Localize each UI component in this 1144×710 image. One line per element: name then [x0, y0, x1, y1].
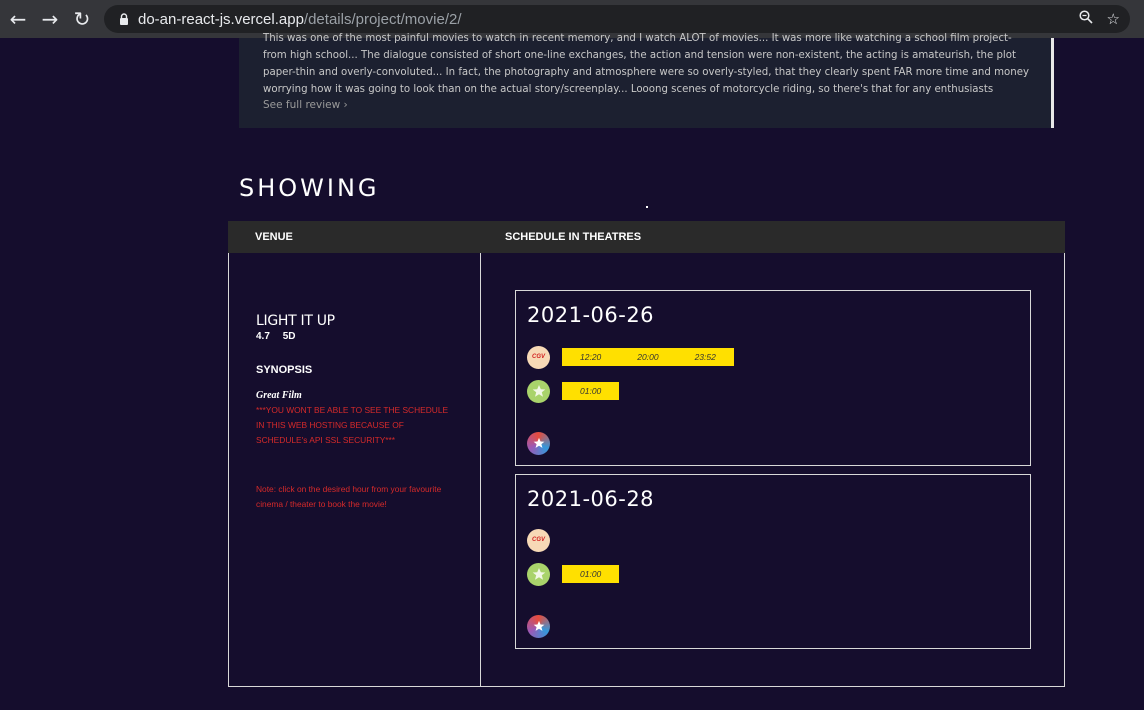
showtime-list: 01:00 [562, 565, 620, 583]
reload-icon[interactable]: ↻ [66, 0, 98, 38]
address-url: do-an-react-js.vercel.app/details/projec… [138, 11, 462, 28]
movie-rating: 4.7 [256, 331, 270, 342]
lock-icon [110, 13, 138, 25]
venue-column-header: VENUE [255, 231, 293, 243]
showtime-button[interactable]: 23:52 [677, 348, 734, 366]
see-full-review-link[interactable]: See full review › [263, 99, 1037, 111]
address-bar[interactable]: do-an-react-js.vercel.app/details/projec… [104, 5, 1130, 33]
decorative-dot [646, 206, 648, 208]
showing-table: VENUE SCHEDULE IN THEATRES LIGHT IT UP 4… [228, 221, 1065, 687]
showtime-button[interactable]: 20:00 [619, 348, 676, 366]
showtime-list: 01:00 [562, 382, 620, 400]
cgv-logo-icon[interactable]: CGV [527, 345, 550, 369]
movie-meta: 4.7 5D [256, 331, 456, 342]
synopsis-label: SYNOPSIS [256, 364, 313, 376]
schedule-day-card: 2021-06-26 CGV 12:20 20:00 23:52 01:00 [515, 290, 1031, 466]
cinema-row: 01:00 [527, 379, 620, 403]
review-card: This was one of the most painful movies … [239, 33, 1054, 128]
bookmark-star-icon[interactable]: ☆ [1107, 10, 1120, 28]
synopsis-subtitle: Great Film [256, 390, 302, 401]
showtime-button[interactable]: 12:20 [562, 348, 619, 366]
cinema-row [527, 431, 550, 455]
schedule-date: 2021-06-26 [527, 303, 655, 327]
column-divider [480, 253, 481, 686]
url-host: do-an-react-js.vercel.app [138, 10, 304, 28]
booking-note: Note: click on the desired hour from you… [256, 484, 442, 509]
showtime-button[interactable]: 01:00 [562, 565, 619, 583]
movie-title: LIGHT IT UP [256, 313, 335, 329]
cinema-row: CGV 12:20 20:00 23:52 [527, 345, 734, 369]
table-header: VENUE SCHEDULE IN THEATRES [228, 221, 1065, 253]
venue-column: LIGHT IT UP 4.7 5D SYNOPSIS Great Film *… [256, 313, 456, 512]
schedule-warning: ***YOU WONT BE ABLE TO SEE THE SCHEDULE … [256, 405, 449, 445]
movie-format: 5D [282, 331, 296, 342]
star-cinema-logo-icon[interactable] [527, 562, 550, 586]
table-body: LIGHT IT UP 4.7 5D SYNOPSIS Great Film *… [228, 253, 1065, 687]
schedule-day-card: 2021-06-28 CGV 01:00 [515, 474, 1031, 649]
zoom-icon[interactable] [1078, 10, 1093, 28]
showtime-list: 12:20 20:00 23:52 [562, 348, 734, 366]
galaxy-cinema-logo-icon[interactable] [527, 431, 550, 455]
schedule-date: 2021-06-28 [527, 487, 655, 511]
cinema-row [527, 614, 550, 638]
showing-heading: SHOWING [239, 174, 380, 202]
forward-icon[interactable]: → [34, 0, 66, 38]
cgv-logo-icon[interactable]: CGV [527, 528, 550, 552]
back-icon[interactable]: ← [2, 0, 34, 38]
schedule-column-header: SCHEDULE IN THEATRES [505, 231, 642, 243]
star-cinema-logo-icon[interactable] [527, 379, 550, 403]
showtime-button[interactable]: 01:00 [562, 382, 619, 400]
cinema-row: 01:00 [527, 562, 620, 586]
review-text: This was one of the most painful movies … [263, 33, 1030, 95]
galaxy-cinema-logo-icon[interactable] [527, 614, 550, 638]
url-path: /details/project/movie/2/ [303, 10, 462, 28]
cinema-row: CGV [527, 528, 550, 552]
